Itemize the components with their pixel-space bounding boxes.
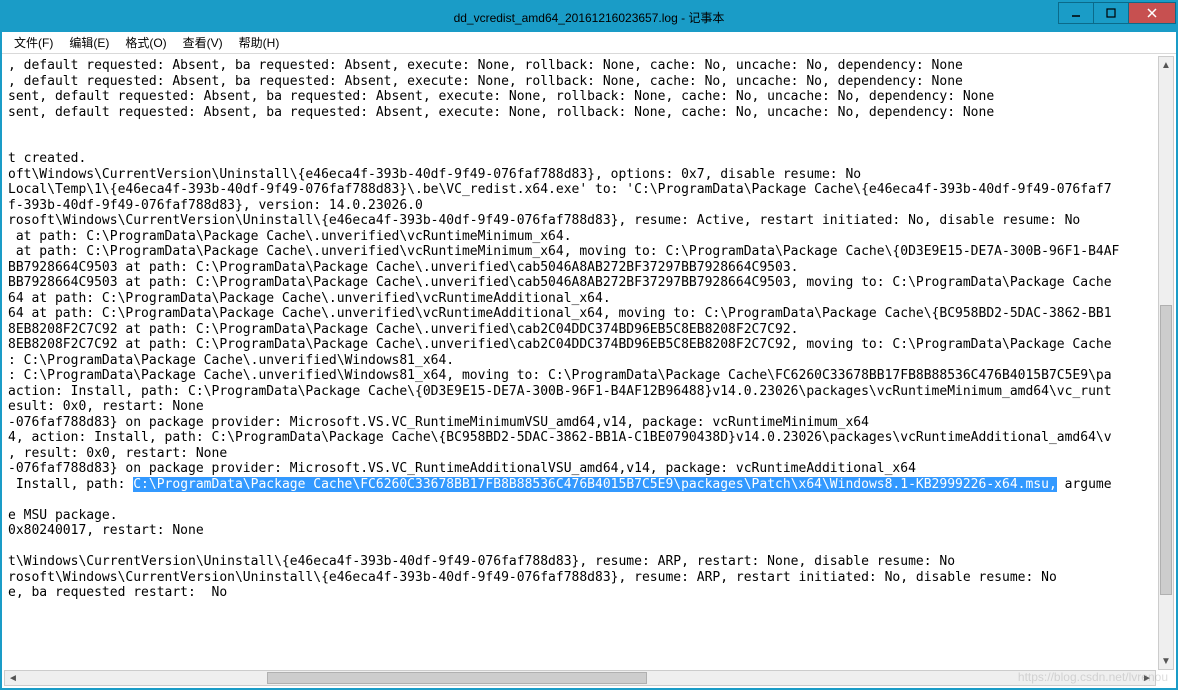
menu-file[interactable]: 文件(F) [6, 32, 61, 53]
titlebar: dd_vcredist_amd64_20161216023657.log - 记… [2, 2, 1176, 32]
scroll-down-arrow[interactable]: ▼ [1159, 653, 1173, 669]
window-controls [1059, 2, 1176, 32]
scroll-right-arrow[interactable]: ► [1139, 671, 1155, 685]
vertical-scrollbar[interactable]: ▲ ▼ [1158, 56, 1174, 670]
horizontal-scroll-thumb[interactable] [267, 672, 647, 684]
menu-help[interactable]: 帮助(H) [231, 32, 288, 53]
content-area: , default requested: Absent, ba requeste… [2, 54, 1176, 688]
menu-view[interactable]: 查看(V) [175, 32, 231, 53]
horizontal-scroll-track[interactable] [21, 671, 1139, 685]
menubar: 文件(F) 编辑(E) 格式(O) 查看(V) 帮助(H) [2, 32, 1176, 54]
close-button[interactable] [1128, 2, 1176, 24]
maximize-button[interactable] [1093, 2, 1129, 24]
menu-edit[interactable]: 编辑(E) [61, 32, 117, 53]
vertical-scroll-track[interactable] [1159, 73, 1173, 653]
menu-format[interactable]: 格式(O) [117, 32, 174, 53]
scroll-up-arrow[interactable]: ▲ [1159, 57, 1173, 73]
log-text-area[interactable]: , default requested: Absent, ba requeste… [4, 56, 1174, 668]
scroll-left-arrow[interactable]: ◄ [5, 671, 21, 685]
minimize-button[interactable] [1058, 2, 1094, 24]
window-title: dd_vcredist_amd64_20161216023657.log - 记… [2, 9, 1176, 26]
vertical-scroll-thumb[interactable] [1160, 305, 1172, 595]
horizontal-scrollbar[interactable]: ◄ ► [4, 670, 1156, 686]
